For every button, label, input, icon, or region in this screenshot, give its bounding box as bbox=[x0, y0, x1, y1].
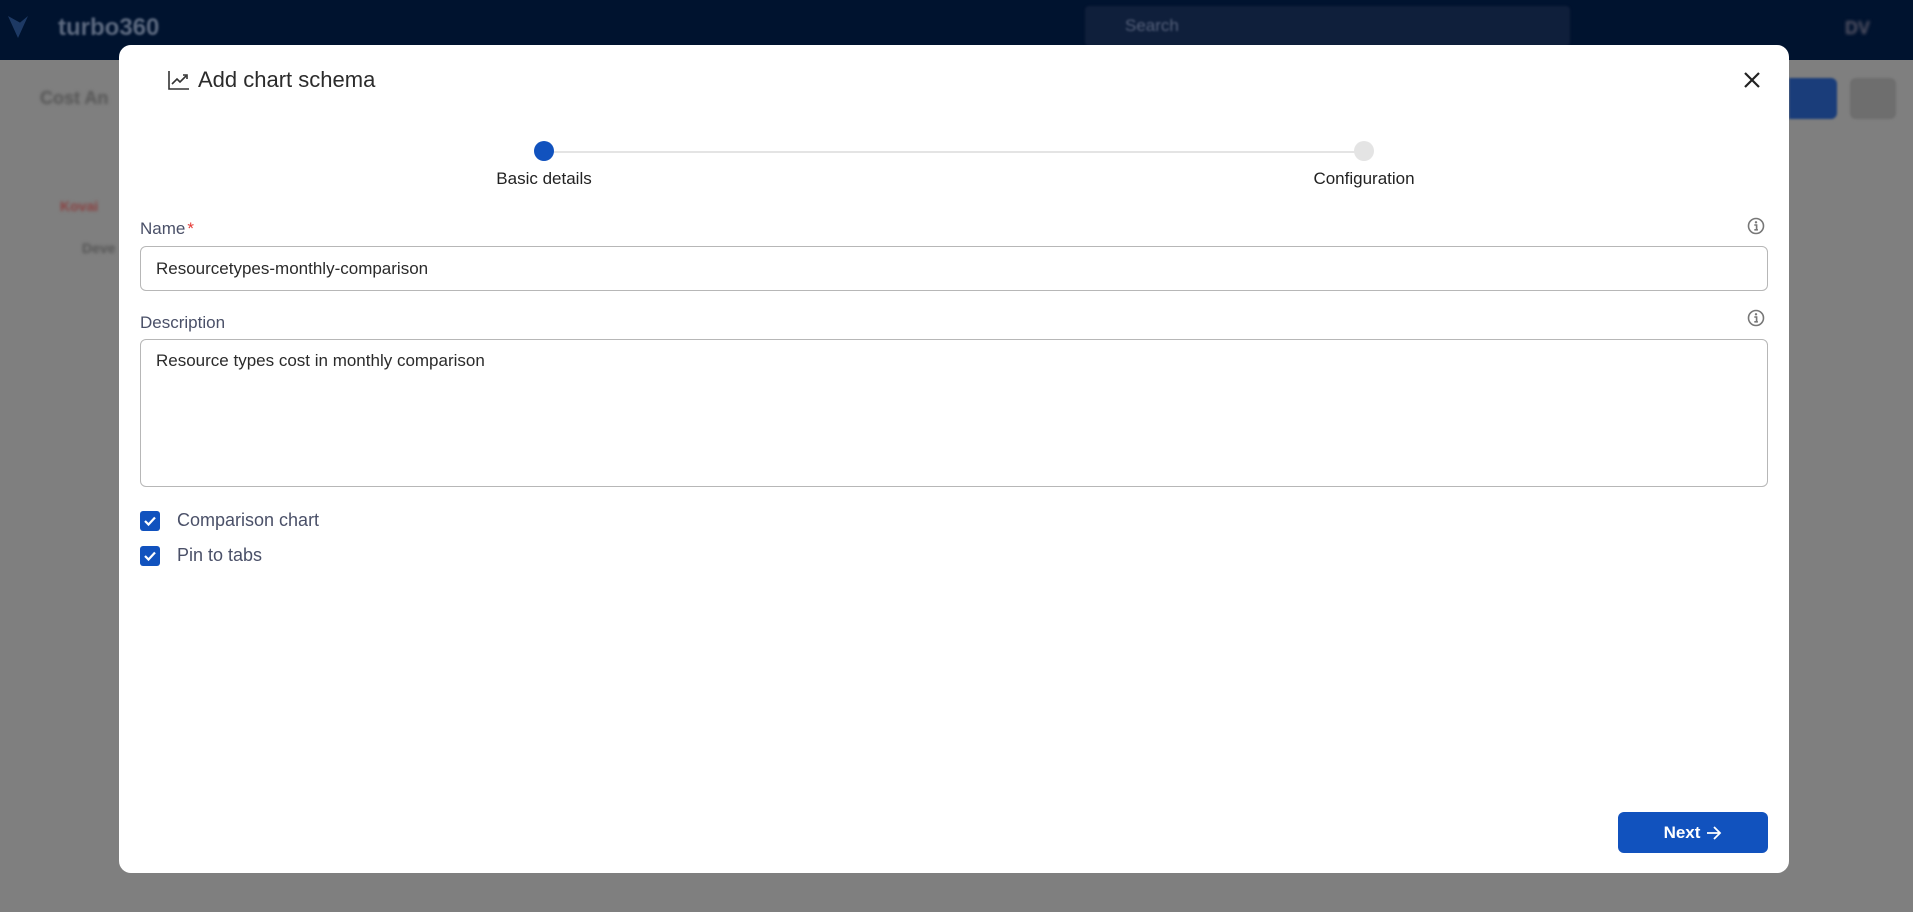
page-title: Cost An bbox=[40, 88, 109, 108]
next-button[interactable]: Next bbox=[1618, 812, 1768, 853]
add-button[interactable] bbox=[1789, 78, 1837, 119]
brand-logo: turbo360 bbox=[58, 14, 160, 41]
turbo360-logo-icon bbox=[8, 16, 28, 38]
required-mark: * bbox=[187, 219, 194, 238]
step-dot-configuration[interactable] bbox=[1354, 141, 1374, 161]
refresh-button[interactable] bbox=[1850, 78, 1896, 119]
checkbox-checked-icon[interactable] bbox=[140, 510, 160, 531]
comparison-chart-checkbox[interactable]: Comparison chart bbox=[140, 510, 319, 531]
stepper-line bbox=[544, 151, 1364, 153]
info-icon[interactable] bbox=[1747, 309, 1765, 327]
tree-item[interactable]: Kovai bbox=[60, 198, 98, 214]
checkbox-label: Pin to tabs bbox=[177, 545, 263, 565]
line-chart-icon bbox=[168, 71, 189, 90]
pin-to-tabs-checkbox[interactable]: Pin to tabs bbox=[140, 545, 262, 566]
close-icon[interactable] bbox=[1739, 67, 1765, 93]
user-avatar[interactable]: DV bbox=[1845, 18, 1870, 39]
next-button-label: Next bbox=[1663, 822, 1701, 842]
step-dot-basic-details[interactable] bbox=[534, 141, 554, 161]
add-chart-schema-dialog: Add chart schema Basic details Configura… bbox=[119, 45, 1789, 873]
step-label-basic-details: Basic details bbox=[496, 169, 592, 188]
global-search-input[interactable]: Search bbox=[1085, 6, 1570, 46]
description-label: Description bbox=[140, 313, 226, 332]
name-label: Name * bbox=[140, 219, 194, 239]
description-textarea[interactable]: Resource types cost in monthly compariso… bbox=[140, 339, 1768, 487]
arrow-right-icon bbox=[1707, 825, 1722, 840]
dialog-title: Add chart schema bbox=[168, 67, 375, 93]
dialog-title-text: Add chart schema bbox=[198, 67, 376, 92]
info-icon[interactable] bbox=[1747, 217, 1765, 235]
name-input[interactable] bbox=[140, 246, 1768, 291]
name-label-text: Name bbox=[140, 219, 186, 238]
checkbox-checked-icon[interactable] bbox=[140, 545, 160, 566]
checkbox-label: Comparison chart bbox=[177, 510, 320, 530]
tree-item[interactable]: Deve bbox=[82, 240, 115, 256]
step-label-configuration: Configuration bbox=[1313, 169, 1415, 188]
